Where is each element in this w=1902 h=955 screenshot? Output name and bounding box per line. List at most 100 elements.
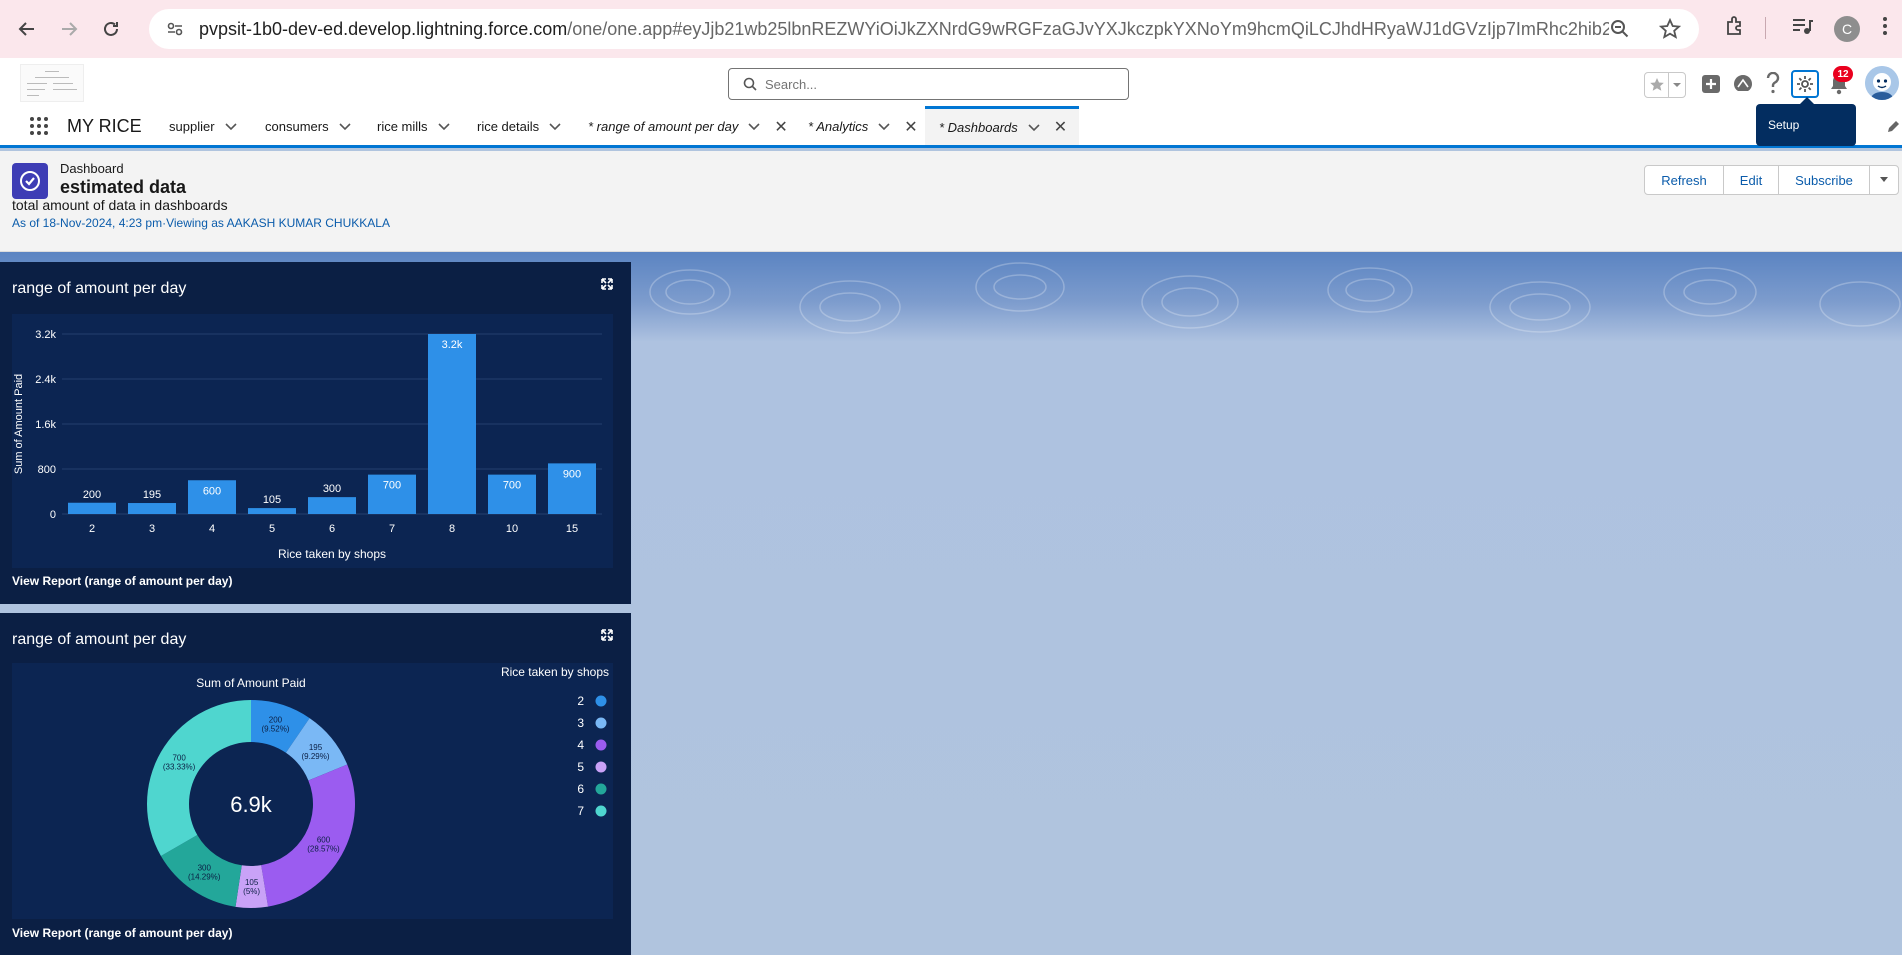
donut-title: Sum of Amount Paid	[196, 676, 305, 690]
bar-value-label: 300	[323, 483, 341, 495]
view-report-link[interactable]: View Report (range of amount per day)	[12, 926, 232, 940]
org-logo[interactable]	[20, 64, 84, 102]
chevron-down-icon[interactable]	[878, 119, 890, 134]
bar-value-label: 700	[383, 480, 401, 492]
bar-chart: 0 800 1.6k 2.4k 3.2k Sum of Amount Paid 200 2 19…	[13, 329, 602, 561]
site-info-icon[interactable]	[159, 20, 191, 38]
tab-analytics[interactable]: * Analytics ✕	[808, 108, 918, 145]
global-search-input[interactable]: Search...	[728, 68, 1129, 100]
dashboard-actions: Refresh Edit Subscribe	[1644, 165, 1899, 195]
slice-value-label: 195	[309, 743, 323, 752]
star-icon[interactable]	[1645, 73, 1669, 97]
tab-dashboards[interactable]: * Dashboards ✕	[925, 106, 1080, 145]
x-tick-label: 6	[329, 523, 335, 535]
x-tick-label: 3	[149, 523, 155, 535]
app-launcher-icon[interactable]	[30, 117, 48, 135]
user-avatar[interactable]	[1865, 66, 1899, 100]
nav-item-label: supplier	[169, 119, 215, 134]
back-icon[interactable]	[10, 12, 44, 46]
nav-item-supplier[interactable]: supplier	[169, 108, 237, 145]
setup-tooltip: Setup	[1756, 97, 1856, 146]
legend-label: 5	[577, 760, 584, 774]
slice-percent-label: (33.33%)	[163, 763, 196, 772]
chevron-down-icon[interactable]	[1669, 73, 1685, 97]
zoom-icon[interactable]	[1609, 18, 1631, 40]
bar-2	[68, 502, 116, 514]
bar-value-label: 700	[503, 480, 521, 492]
chevron-down-icon[interactable]	[1028, 120, 1040, 135]
tab-range-of-amount-per-day[interactable]: * range of amount per day ✕	[588, 108, 788, 145]
nav-item-rice-mills[interactable]: rice mills	[377, 108, 450, 145]
extensions-icon[interactable]	[1723, 14, 1747, 38]
edit-nav-pencil-icon[interactable]	[1886, 120, 1900, 137]
x-axis-label: Rice taken by shops	[278, 547, 386, 561]
donut-slice-7	[147, 700, 251, 856]
address-bar[interactable]: pvpsit-1b0-dev-ed.develop.lightning.forc…	[149, 9, 1699, 49]
chevron-down-icon[interactable]	[748, 119, 760, 134]
legend-swatch	[595, 761, 607, 773]
donut-chart-area[interactable]: Sum of Amount Paid 200 (9.52%) 195 (9.29%) 60…	[12, 663, 613, 919]
legend-label: 6	[577, 782, 584, 796]
nav-item-label: rice details	[477, 119, 540, 134]
edit-button[interactable]: Edit	[1723, 165, 1779, 195]
dashboard-header: Dashboard estimated data total amount of…	[0, 151, 1902, 252]
bar-value-label: 200	[83, 489, 101, 501]
expand-icon[interactable]	[601, 278, 613, 293]
view-report-link[interactable]: View Report (range of amount per day)	[12, 574, 232, 588]
media-queue-icon[interactable]	[1790, 14, 1814, 38]
legend-swatch	[595, 717, 607, 729]
chevron-down-icon[interactable]	[224, 119, 237, 134]
chevron-down-icon[interactable]	[437, 119, 450, 134]
dashboard-description: total amount of data in dashboards	[12, 197, 228, 213]
chevron-down-icon	[1880, 177, 1888, 182]
x-tick-label: 5	[269, 523, 275, 535]
slice-value-label: 600	[317, 835, 331, 844]
favorites-button[interactable]	[1644, 72, 1686, 98]
nav-item-consumers[interactable]: consumers	[265, 108, 351, 145]
chevron-down-icon[interactable]	[339, 119, 351, 134]
y-tick-label: 2.4k	[35, 374, 56, 386]
url-host: pvpsit-1b0-dev-ed.develop.lightning.forc…	[199, 18, 568, 39]
global-actions-icon[interactable]	[1701, 74, 1721, 97]
tab-label: * Dashboards	[939, 119, 1018, 135]
subscribe-button[interactable]: Subscribe	[1778, 165, 1870, 195]
forward-icon[interactable]	[52, 12, 86, 46]
refresh-button[interactable]: Refresh	[1644, 165, 1724, 195]
slice-percent-label: (9.52%)	[261, 725, 289, 734]
x-tick-label: 4	[209, 523, 215, 535]
browser-menu-icon[interactable]	[1882, 14, 1888, 38]
reload-icon[interactable]	[94, 12, 128, 46]
trailhead-icon[interactable]	[1732, 74, 1754, 97]
legend-title: Rice taken by shops	[501, 665, 609, 679]
bar-6	[308, 497, 356, 514]
slice-value-label: 700	[172, 754, 186, 763]
bar-value-label: 3.2k	[442, 339, 463, 351]
search-placeholder: Search...	[765, 76, 818, 92]
expand-icon[interactable]	[601, 629, 613, 644]
setup-gear-icon[interactable]	[1791, 70, 1819, 98]
browser-profile-avatar[interactable]: C	[1834, 16, 1860, 42]
close-tab-icon[interactable]: ✕	[774, 117, 787, 137]
x-tick-label: 10	[506, 523, 518, 535]
help-icon[interactable]	[1765, 71, 1781, 97]
nav-item-label: consumers	[265, 119, 329, 134]
close-tab-icon[interactable]: ✕	[1054, 117, 1067, 137]
x-tick-label: 2	[89, 523, 95, 535]
legend-swatch	[595, 805, 607, 817]
url-text: pvpsit-1b0-dev-ed.develop.lightning.forc…	[199, 19, 1609, 40]
slice-value-label: 300	[198, 864, 212, 873]
slice-percent-label: (9.29%)	[301, 752, 329, 761]
bar-chart-area[interactable]: 0 800 1.6k 2.4k 3.2k Sum of Amount Paid 200 2 19…	[12, 314, 613, 568]
donut-slice-4	[261, 764, 356, 907]
bookmark-star-icon[interactable]	[1658, 17, 1682, 40]
widget-title: range of amount per day	[12, 280, 187, 297]
more-actions-button[interactable]	[1869, 165, 1899, 195]
app-navigation-bar: MY RICE supplier consumers rice mills ri…	[0, 106, 1902, 148]
nav-item-rice-details[interactable]: rice details	[477, 108, 561, 145]
y-tick-label: 3.2k	[35, 329, 56, 341]
bar-8	[428, 334, 476, 514]
bar-value-label: 105	[263, 494, 281, 506]
close-tab-icon[interactable]: ✕	[904, 117, 917, 137]
chevron-down-icon[interactable]	[549, 119, 561, 134]
slice-value-label: 105	[245, 878, 259, 887]
